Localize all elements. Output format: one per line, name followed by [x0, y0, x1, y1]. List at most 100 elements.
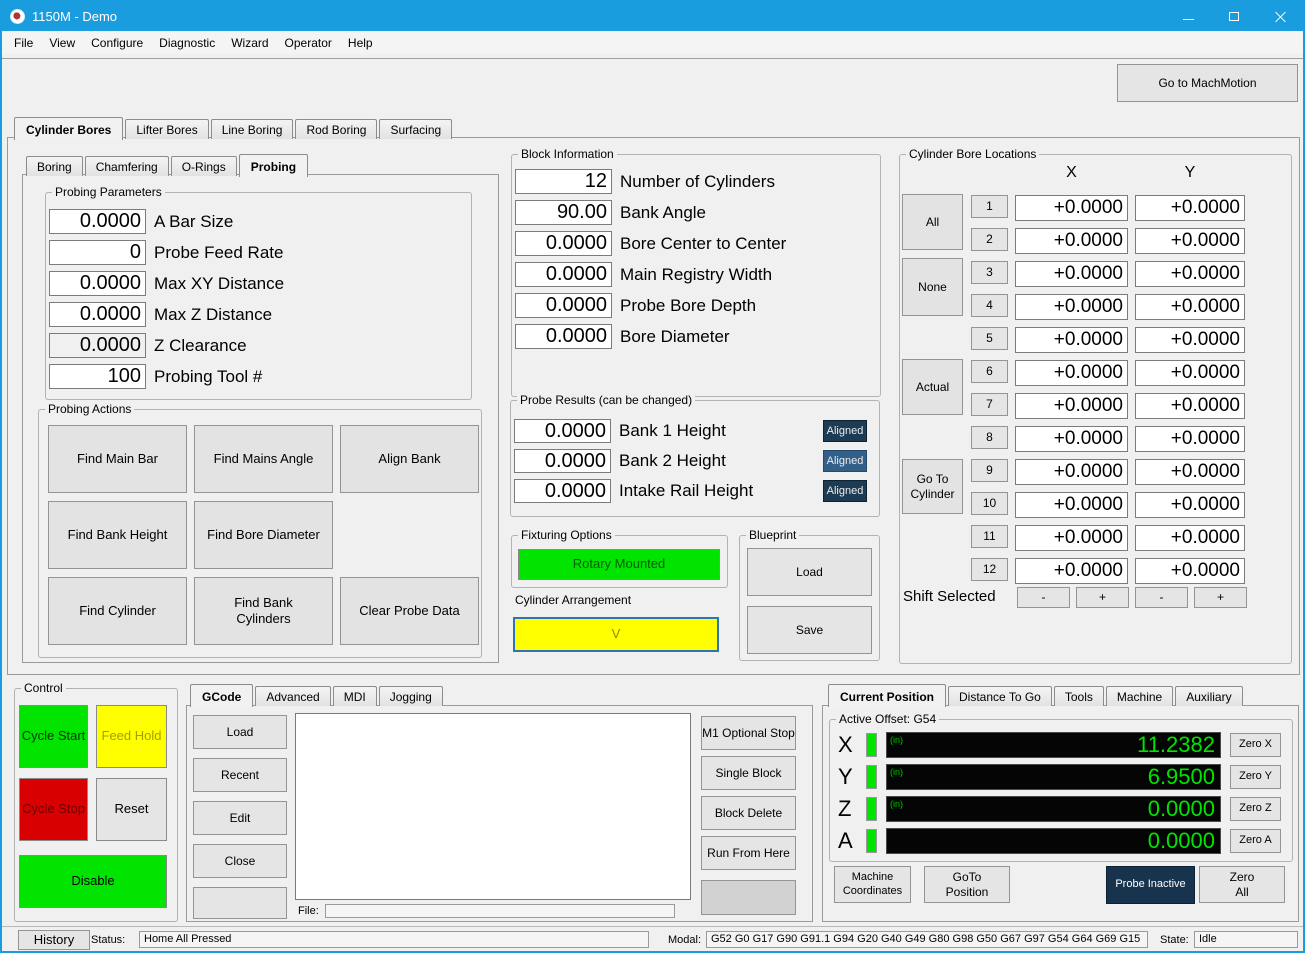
cylinder-number-button[interactable]: 5 — [971, 327, 1008, 350]
bore-y-input[interactable] — [1135, 393, 1245, 419]
bore-y-input[interactable] — [1135, 459, 1245, 485]
bore-x-input[interactable] — [1015, 393, 1128, 419]
maximize-button[interactable] — [1211, 2, 1257, 31]
gcode-file-button[interactable]: Recent — [193, 758, 287, 792]
cylinder-number-button[interactable]: 4 — [971, 294, 1008, 317]
bore-x-input[interactable] — [1015, 558, 1128, 584]
probe-inactive-button[interactable]: Probe Inactive — [1106, 866, 1195, 904]
probe-result-input[interactable] — [514, 449, 611, 473]
bore-y-input[interactable] — [1135, 492, 1245, 518]
bore-y-input[interactable] — [1135, 558, 1245, 584]
block-info-input[interactable] — [515, 324, 612, 349]
block-info-input[interactable] — [515, 293, 612, 318]
cycle-start-button[interactable]: Cycle Start — [19, 705, 88, 768]
find-bore-diameter-button[interactable]: Find Bore Diameter — [194, 501, 333, 569]
tab-tools[interactable]: Tools — [1054, 686, 1104, 706]
gcode-file-button[interactable]: Edit — [193, 801, 287, 835]
cylinder-number-button[interactable]: 11 — [971, 525, 1008, 548]
shift-button[interactable]: - — [1135, 587, 1188, 608]
align-bank-button[interactable]: Align Bank — [340, 425, 479, 493]
probe-result-input[interactable] — [514, 479, 611, 503]
bore-x-input[interactable] — [1015, 525, 1128, 551]
cylinder-number-button[interactable]: 6 — [971, 360, 1008, 383]
bore-x-input[interactable] — [1015, 459, 1128, 485]
parameter-input[interactable] — [49, 333, 146, 358]
gcode-run-option-button[interactable]: M1 Optional Stop — [701, 716, 796, 750]
zero-axis-button[interactable]: Zero Y — [1230, 765, 1281, 789]
tab-lifter-bores[interactable]: Lifter Bores — [125, 119, 208, 139]
bore-y-input[interactable] — [1135, 294, 1245, 320]
cylinder-number-button[interactable]: 12 — [971, 558, 1008, 581]
aligned-badge[interactable]: Aligned — [823, 420, 867, 442]
zero-all-button[interactable]: Zero All — [1199, 866, 1285, 903]
menu-item[interactable]: File — [6, 32, 41, 54]
cylinder-number-button[interactable]: 3 — [971, 261, 1008, 284]
tab-gcode[interactable]: GCode — [190, 684, 253, 707]
menu-item[interactable]: Operator — [277, 32, 340, 54]
tab-advanced[interactable]: Advanced — [255, 686, 330, 706]
close-button[interactable] — [1257, 2, 1303, 31]
bore-y-input[interactable] — [1135, 228, 1245, 254]
shift-button[interactable]: - — [1017, 587, 1070, 608]
block-info-input[interactable] — [515, 200, 612, 225]
goto-position-button[interactable]: GoTo Position — [924, 866, 1010, 903]
blueprint-save-button[interactable]: Save — [747, 606, 872, 654]
parameter-input[interactable] — [49, 364, 146, 389]
tab-surfacing[interactable]: Surfacing — [379, 119, 452, 139]
blank-button[interactable] — [701, 880, 796, 915]
tab-rod-boring[interactable]: Rod Boring — [295, 119, 377, 139]
cylinder-number-button[interactable]: 2 — [971, 228, 1008, 251]
bore-y-input[interactable] — [1135, 195, 1245, 221]
bore-x-input[interactable] — [1015, 228, 1128, 254]
menu-item[interactable]: Configure — [83, 32, 151, 54]
find-cylinder-button[interactable]: Find Cylinder — [48, 577, 187, 645]
menu-item[interactable]: Wizard — [223, 32, 276, 54]
block-info-input[interactable] — [515, 262, 612, 287]
menu-item[interactable]: View — [41, 32, 83, 54]
tab-mdi[interactable]: MDI — [333, 686, 377, 706]
clear-probe-data-button[interactable]: Clear Probe Data — [340, 577, 479, 645]
tab-line-boring[interactable]: Line Boring — [211, 119, 294, 139]
gcode-run-option-button[interactable]: Block Delete — [701, 796, 796, 830]
disable-button[interactable]: Disable — [19, 855, 167, 908]
parameter-input[interactable] — [49, 209, 146, 234]
tab-o-rings[interactable]: O-Rings — [171, 156, 237, 176]
block-info-input[interactable] — [515, 169, 612, 194]
probe-result-input[interactable] — [514, 419, 611, 443]
feed-hold-button[interactable]: Feed Hold — [96, 705, 167, 768]
bore-x-input[interactable] — [1015, 426, 1128, 452]
parameter-input[interactable] — [49, 302, 146, 327]
cylinder-number-button[interactable]: 9 — [971, 459, 1008, 482]
shift-button[interactable]: + — [1194, 587, 1247, 608]
cylinder-number-button[interactable]: 7 — [971, 393, 1008, 416]
tab-jogging[interactable]: Jogging — [379, 686, 443, 706]
tab-auxiliary[interactable]: Auxiliary — [1175, 686, 1242, 706]
gcode-run-option-button[interactable]: Run From Here — [701, 836, 796, 870]
reset-button[interactable]: Reset — [96, 778, 167, 841]
tab-current-position[interactable]: Current Position — [828, 684, 946, 707]
bore-y-input[interactable] — [1135, 360, 1245, 386]
bore-x-input[interactable] — [1015, 360, 1128, 386]
bore-x-input[interactable] — [1015, 327, 1128, 353]
bore-x-input[interactable] — [1015, 261, 1128, 287]
tab-cylinder-bores[interactable]: Cylinder Bores — [14, 117, 123, 140]
bore-x-input[interactable] — [1015, 195, 1128, 221]
gcode-run-option-button[interactable]: Single Block — [701, 756, 796, 790]
aligned-badge[interactable]: Aligned — [823, 450, 867, 472]
history-button[interactable]: History — [18, 930, 90, 950]
cycle-stop-button[interactable]: Cycle Stop — [19, 778, 88, 841]
aligned-badge[interactable]: Aligned — [823, 480, 867, 502]
shift-button[interactable]: + — [1076, 587, 1129, 608]
blank-button[interactable] — [193, 887, 287, 919]
zero-axis-button[interactable]: Zero X — [1230, 733, 1281, 757]
gcode-view[interactable] — [295, 713, 691, 900]
gcode-file-button[interactable]: Close — [193, 844, 287, 878]
blueprint-load-button[interactable]: Load — [747, 548, 872, 596]
find-main-bar-button[interactable]: Find Main Bar — [48, 425, 187, 493]
cylinder-number-button[interactable]: 8 — [971, 426, 1008, 449]
zero-axis-button[interactable]: Zero Z — [1230, 797, 1281, 821]
parameter-input[interactable] — [49, 271, 146, 296]
zero-axis-button[interactable]: Zero A — [1230, 829, 1281, 853]
find-mains-angle-button[interactable]: Find Mains Angle — [194, 425, 333, 493]
minimize-button[interactable] — [1165, 2, 1211, 31]
